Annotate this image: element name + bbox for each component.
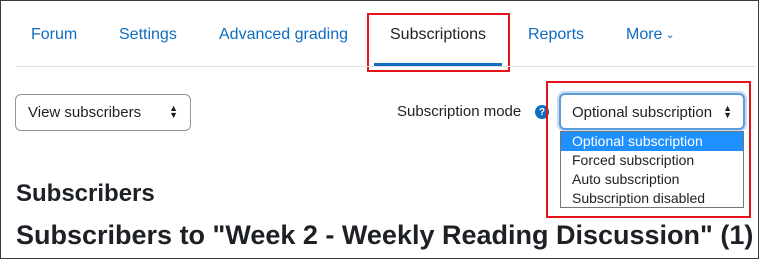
tab-reports[interactable]: Reports <box>528 26 584 44</box>
option-subscription-disabled[interactable]: Subscription disabled <box>561 189 743 208</box>
tab-advanced-grading[interactable]: Advanced grading <box>219 26 348 44</box>
subscription-mode-dropdown: Optional subscription Forced subscriptio… <box>560 131 744 208</box>
tab-more-label: More <box>626 26 663 43</box>
select-arrows-icon: ▲ ▼ <box>723 103 732 120</box>
discussion-heading: Subscribers to "Week 2 - Weekly Reading … <box>16 220 754 250</box>
select-arrows-icon: ▲ ▼ <box>169 103 178 120</box>
subscription-mode-value: Optional subscription <box>572 104 713 121</box>
nav-divider <box>16 66 756 67</box>
tab-settings[interactable]: Settings <box>119 26 177 44</box>
highlight-box-subscriptions-tab <box>367 13 510 72</box>
option-auto-subscription[interactable]: Auto subscription <box>561 170 743 189</box>
option-optional-subscription[interactable]: Optional subscription <box>561 132 743 151</box>
subscription-mode-label: Subscription mode <box>397 103 522 120</box>
tab-more[interactable]: More ⌄ <box>626 26 675 44</box>
view-subscribers-select[interactable]: View subscribers ▲ ▼ <box>15 94 191 131</box>
section-heading: Subscribers <box>16 180 155 207</box>
tab-forum[interactable]: Forum <box>31 26 77 44</box>
view-subscribers-value: View subscribers <box>28 104 142 121</box>
option-forced-subscription[interactable]: Forced subscription <box>561 151 743 170</box>
chevron-down-icon: ⌄ <box>665 29 675 41</box>
subscription-mode-select[interactable]: Optional subscription ▲ ▼ <box>559 93 745 130</box>
secondary-navigation: Forum Settings Advanced grading Subscrip… <box>0 0 759 72</box>
